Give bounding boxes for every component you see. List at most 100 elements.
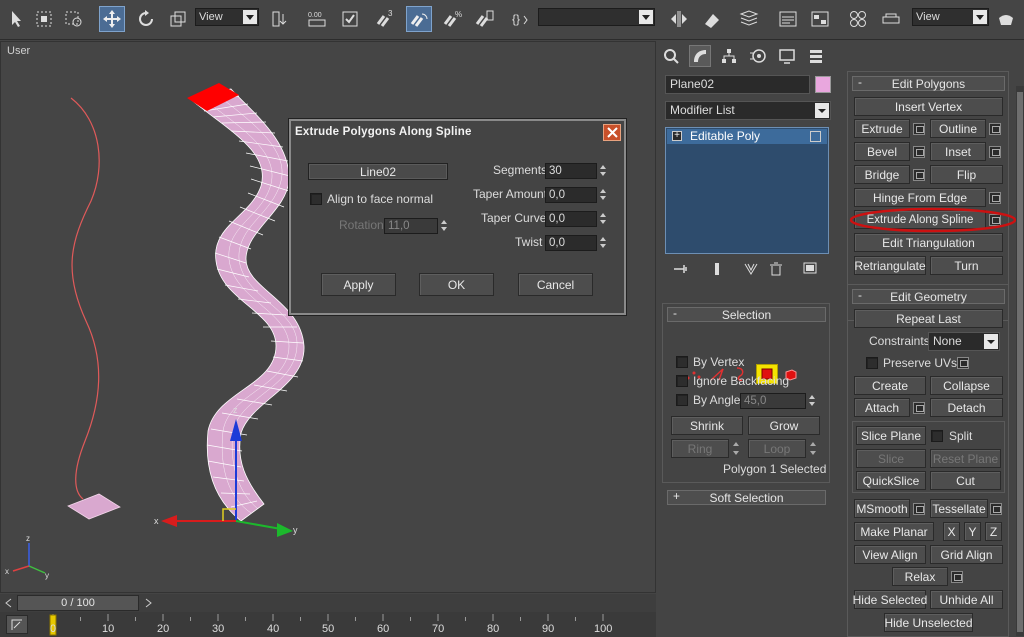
edit-polygons-header[interactable]: - Edit Polygons [852, 75, 1005, 91]
tessellate-button[interactable]: Tessellate [930, 499, 988, 518]
inset-button[interactable]: Inset [930, 142, 986, 161]
pick-spline-button[interactable]: Line02 [308, 163, 448, 180]
align-icon[interactable] [699, 6, 725, 32]
percent-snap-icon[interactable]: % [439, 6, 465, 32]
scale-icon[interactable] [165, 6, 191, 32]
cancel-button[interactable]: Cancel [518, 273, 593, 296]
reference-coord-dropdown[interactable]: View [195, 8, 259, 26]
outline-settings-icon[interactable] [989, 123, 1001, 135]
bridge-button[interactable]: Bridge [854, 165, 910, 184]
apply-button[interactable]: Apply [321, 273, 396, 296]
unhide-all-button[interactable]: Unhide All [930, 590, 1003, 609]
motion-tab-icon[interactable] [747, 45, 769, 67]
spinner-arrows-icon[interactable] [598, 164, 608, 178]
snap-3d-icon[interactable]: 3 [372, 6, 398, 32]
relax-button[interactable]: Relax [892, 567, 948, 586]
by-angle-checkbox[interactable] [676, 394, 688, 406]
create-button[interactable]: Create [854, 376, 926, 395]
window-crossing-icon[interactable] [61, 6, 87, 32]
attach-list-icon[interactable] [913, 402, 925, 414]
quickslice-button[interactable]: QuickSlice [856, 471, 926, 490]
graph-editor-icon[interactable] [775, 6, 801, 32]
cut-button[interactable]: Cut [930, 471, 1001, 490]
taper-amount-spinner[interactable]: 0,0 [545, 187, 606, 203]
tessellate-settings-icon[interactable] [990, 503, 1002, 515]
ok-button[interactable]: OK [419, 273, 494, 296]
named-selection-icon[interactable]: {} [508, 6, 534, 32]
planar-x-button[interactable]: X [943, 522, 960, 541]
by-vertex-checkbox[interactable] [676, 356, 688, 368]
collapse-button[interactable]: Collapse [930, 376, 1003, 395]
select-icon[interactable] [4, 6, 30, 32]
slice-plane-button[interactable]: Slice Plane [856, 426, 926, 445]
create-tab-icon[interactable] [660, 45, 682, 67]
relax-settings-icon[interactable] [951, 571, 963, 583]
loop-button[interactable]: Loop [748, 439, 806, 458]
material-editor-icon[interactable] [845, 6, 871, 32]
constraints-dropdown[interactable]: None [928, 332, 1000, 351]
bevel-settings-icon[interactable] [913, 146, 925, 158]
pin-stack-icon[interactable] [672, 262, 688, 276]
msmooth-button[interactable]: MSmooth [854, 499, 910, 518]
hide-selected-button[interactable]: Hide Selected [853, 590, 927, 609]
edit-geometry-header[interactable]: - Edit Geometry [852, 288, 1005, 304]
ignore-backfacing-checkbox[interactable] [676, 375, 688, 387]
stack-item-toggle-icon[interactable] [810, 131, 821, 142]
bevel-button[interactable]: Bevel [854, 142, 910, 161]
configure-sets-icon[interactable] [803, 262, 819, 276]
view-align-button[interactable]: View Align [854, 545, 926, 564]
make-planar-button[interactable]: Make Planar [854, 522, 934, 541]
spinner-snap-icon[interactable] [471, 6, 497, 32]
grid-align-button[interactable]: Grid Align [930, 545, 1003, 564]
extrude-settings-icon[interactable] [913, 123, 925, 135]
rotate-icon[interactable] [133, 6, 159, 32]
expand-plus-icon[interactable]: + [672, 131, 682, 141]
planar-y-button[interactable]: Y [964, 522, 981, 541]
grow-button[interactable]: Grow [748, 416, 820, 435]
show-end-result-icon[interactable] [710, 262, 724, 276]
object-name-field[interactable]: Plane02 [665, 75, 810, 94]
scrollbar-thumb[interactable] [1017, 92, 1023, 632]
snap-keyboard-icon[interactable]: 0.00 [304, 6, 330, 32]
track-bar[interactable]: 0 10 20 30 40 50 60 70 80 90 100 [0, 612, 656, 637]
spinner-arrows-icon[interactable] [598, 188, 608, 202]
stack-item-editable-poly[interactable]: + Editable Poly [667, 129, 827, 144]
mini-curve-editor-icon[interactable] [6, 615, 28, 634]
shrink-button[interactable]: Shrink [671, 416, 743, 435]
ring-spinner-arrows-icon[interactable] [731, 439, 741, 458]
pivot-icon[interactable] [267, 6, 293, 32]
time-slider[interactable]: 0 / 100 [17, 595, 139, 611]
move-icon[interactable] [99, 6, 125, 32]
hinge-settings-icon[interactable] [989, 192, 1001, 204]
slice-button[interactable]: Slice [856, 449, 926, 468]
turn-button[interactable]: Turn [930, 256, 1003, 275]
twist-spinner[interactable]: 0,0 [545, 235, 606, 251]
reset-plane-button[interactable]: Reset Plane [930, 449, 1001, 468]
time-prev-icon[interactable] [3, 596, 15, 610]
spinner-arrows-icon[interactable] [807, 394, 817, 408]
selection-rollout-header[interactable]: - Selection [667, 306, 826, 322]
render-teapot-icon[interactable] [993, 6, 1019, 32]
make-unique-icon[interactable] [743, 262, 759, 276]
rotation-spinner[interactable]: 11,0 [384, 218, 447, 234]
extrude-button[interactable]: Extrude [854, 119, 910, 138]
msmooth-settings-icon[interactable] [913, 503, 925, 515]
render-view-dropdown[interactable]: View [912, 8, 989, 26]
modify-tab-icon[interactable] [689, 45, 711, 67]
panel-scrollbar[interactable] [1016, 86, 1024, 636]
repeat-last-button[interactable]: Repeat Last [854, 309, 1003, 328]
schematic-view-icon[interactable] [807, 6, 833, 32]
utilities-tab-icon[interactable] [805, 45, 827, 67]
named-selection-dropdown[interactable] [538, 8, 655, 26]
outline-button[interactable]: Outline [930, 119, 986, 138]
taper-curve-spinner[interactable]: 0,0 [545, 211, 606, 227]
hide-unselected-button[interactable]: Hide Unselected [884, 613, 973, 632]
remove-modifier-icon[interactable] [769, 262, 783, 276]
detach-button[interactable]: Detach [930, 398, 1003, 417]
preserve-uvs-checkbox[interactable] [866, 357, 878, 369]
hierarchy-tab-icon[interactable] [718, 45, 740, 67]
preserve-uvs-settings-icon[interactable] [957, 357, 969, 369]
spinner-arrows-icon[interactable] [598, 236, 608, 250]
spinner-arrows-icon[interactable] [439, 219, 449, 233]
segments-spinner[interactable]: 30 [545, 163, 606, 179]
